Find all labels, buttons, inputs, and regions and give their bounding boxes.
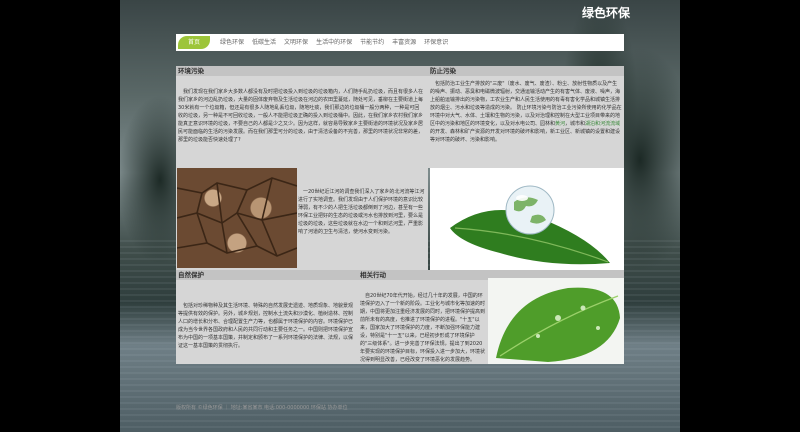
nature-protect-title: 自然保护 — [176, 270, 358, 280]
nature-protect-text: 包括对珍稀物种及其生活环境、特殊的自然发展史遗迹、地质现象、地貌景观等提供有效的… — [178, 303, 354, 349]
nav-lowcarbon[interactable]: 低碳生活 — [248, 34, 280, 51]
env-pollution-text: 我们发现在我们家乡大多数人都没有及时把垃圾投入到垃圾的垃圾箱内，人们随手乱扔垃圾… — [178, 89, 424, 143]
site-brand: 绿色环保 — [582, 6, 631, 20]
link-river-basin[interactable]: 河流流域 — [600, 121, 620, 127]
nav-resources[interactable]: 丰富资源 — [388, 34, 420, 51]
nav-life[interactable]: 生活中的环保 — [312, 34, 356, 51]
policy-text: 自20世纪70年代开始，经过几十年的发展，中国的环境保护迈入了一个新的阶段。工业… — [360, 293, 486, 363]
nav-home[interactable]: 首页 — [178, 36, 211, 49]
env-pollution-title: 环境污染 — [176, 66, 428, 76]
nav-saving[interactable]: 节能节约 — [356, 34, 388, 51]
leaf-droplets-image — [488, 278, 624, 364]
main-nav: 首页 绿色环保 低碳生活 文明环保 生活中的环保 节能节约 丰富资源 环保意识 — [176, 34, 624, 51]
link-lakes[interactable]: 湖泊和 — [585, 121, 600, 127]
nav-awareness[interactable]: 环保意识 — [420, 34, 452, 51]
link-yellow-river[interactable]: 黄河 — [555, 121, 565, 127]
prevent-pollution-text: 包括防治工业生产排放的"三废"（废水、废气、废渣）、粉尘、放射性物质以及产生的噪… — [430, 81, 622, 143]
prevent-pollution-title: 防止污染 — [428, 66, 624, 76]
river-survey-text: 一20世纪近江河的调查我们深入了家乡的北河流等江河进行了实地调查。我们发现由于人… — [298, 189, 425, 235]
nav-civil[interactable]: 文明环保 — [280, 34, 312, 51]
footer: 版权所有 ©绿色环保 ｜ 地址:某省某市 电话:000-0000000 环保站 … — [176, 405, 348, 411]
nav-green[interactable]: 绿色环保 — [216, 34, 248, 51]
cracked-soil-image — [177, 168, 297, 268]
leaf-globe-image — [430, 168, 624, 270]
